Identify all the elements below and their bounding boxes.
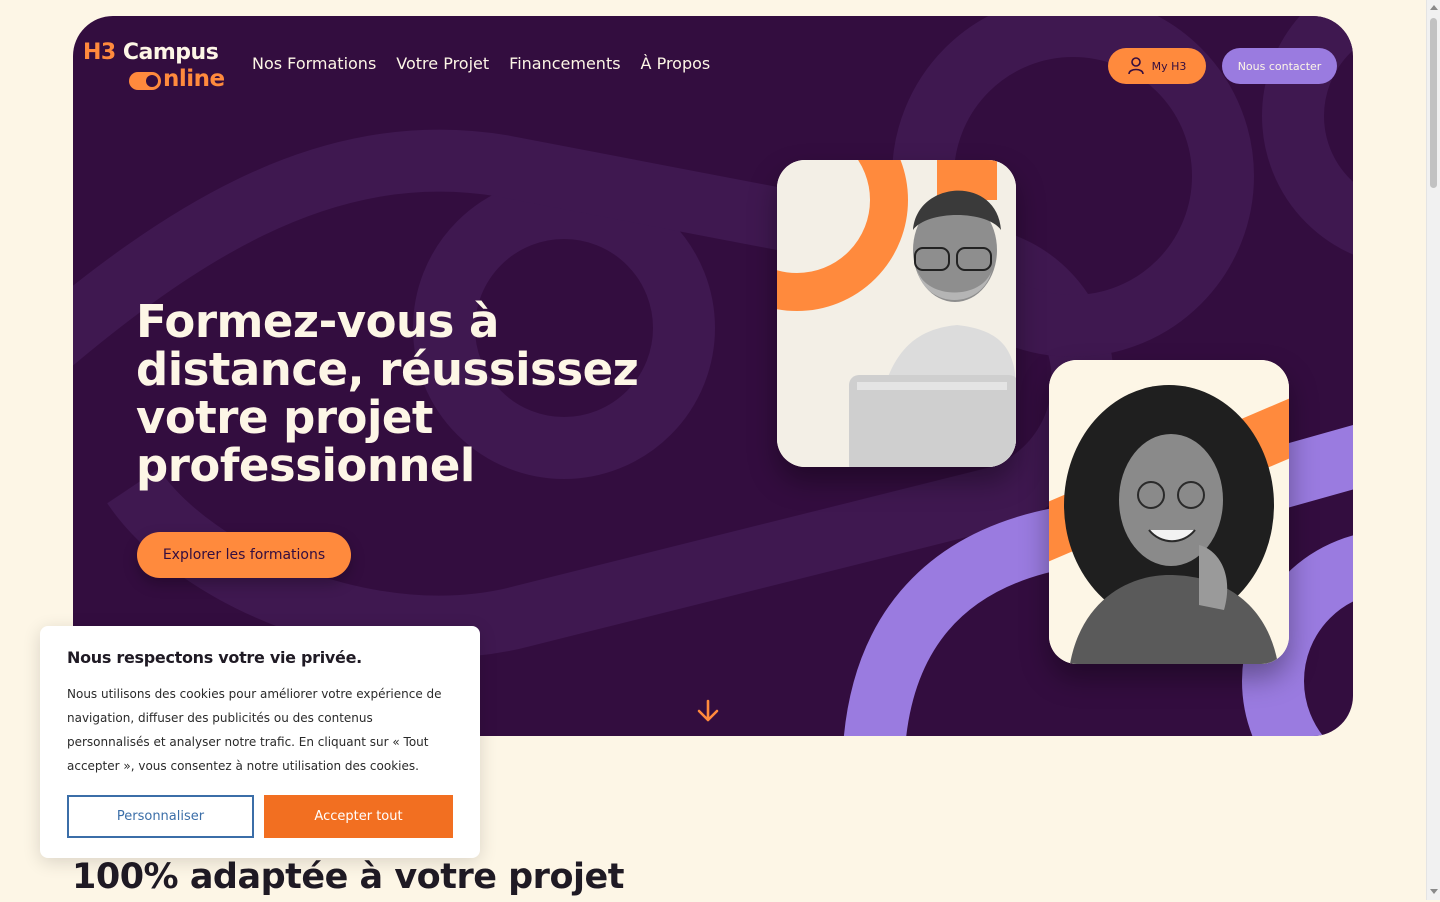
logo-toggle-icon [129,72,161,90]
hero-headline: Formez-vous à distance, réussissez votre… [136,295,639,492]
photo-man-with-laptop [777,160,1016,467]
logo-subtitle: nline [163,66,225,92]
h3-campus-online-logo[interactable]: H3 Campus nline [83,40,233,96]
nav-item-financements[interactable]: Financements [509,54,620,73]
scroll-down-arrow-icon[interactable] [695,698,721,724]
explore-formations-button[interactable]: Explorer les formations [137,532,351,578]
nav-item-nos-formations[interactable]: Nos Formations [252,54,376,73]
my-h3-label: My H3 [1151,59,1187,73]
my-h3-button[interactable]: My H3 [1108,48,1206,84]
customize-cookies-button[interactable]: Personnaliser [67,795,254,838]
nav-item-a-propos[interactable]: À Propos [641,54,711,73]
logo-title: H3 Campus [83,40,219,65]
cookie-description: Nous utilisons des cookies pour améliore… [67,687,442,773]
section-title: 100% adaptée à votre projet [72,857,624,897]
user-icon [1127,57,1144,75]
cookie-consent-banner: Nous respectons votre vie privée. Nous u… [40,626,480,858]
accept-all-cookies-button[interactable]: Accepter tout [264,795,453,838]
contact-button[interactable]: Nous contacter [1222,48,1337,84]
scroll-down-icon[interactable] [1430,889,1438,894]
scroll-up-icon[interactable] [1430,5,1438,10]
nav-item-votre-projet[interactable]: Votre Projet [396,54,489,73]
cookie-title: Nous respectons votre vie privée. [67,648,362,667]
main-nav: Nos Formations Votre Projet Financements… [252,54,710,73]
photo-smiling-woman [1049,360,1289,664]
scrollbar-thumb[interactable] [1430,18,1437,188]
page-scrollbar[interactable] [1426,0,1440,900]
